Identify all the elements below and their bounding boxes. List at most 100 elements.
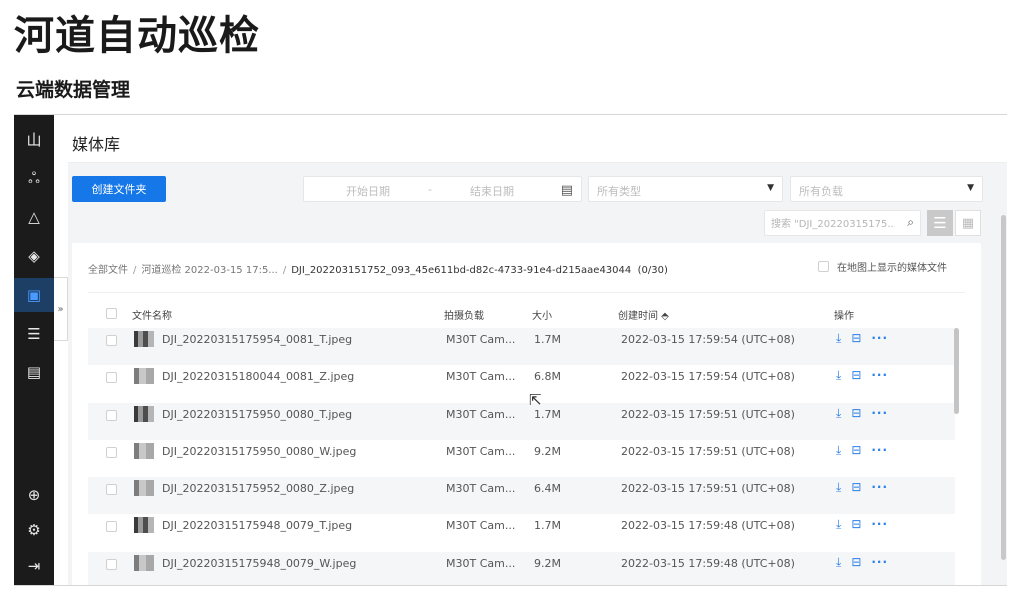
file-name[interactable]: DJI_20220315175952_0080_Z.jpeg	[162, 482, 354, 495]
file-name[interactable]: DJI_20220315175950_0080_W.jpeg	[162, 445, 356, 458]
row-checkbox[interactable]	[106, 335, 117, 346]
column-header-created[interactable]: 创建时间 ⬘	[618, 307, 669, 322]
column-header-actions: 操作	[834, 311, 854, 322]
sidebar-item-logout[interactable]: ⇥	[14, 549, 54, 583]
file-size: 6.8M	[534, 370, 561, 384]
file-thumbnail	[134, 517, 154, 534]
row-checkbox[interactable]	[106, 521, 117, 533]
table-row[interactable]: DJI_20220315175948_0079_W.jpeg M30T Cam..…	[88, 551, 955, 585]
column-header-name: 文件名称	[132, 311, 172, 322]
save-icon[interactable]: ⊟	[851, 555, 861, 570]
more-icon[interactable]: ···	[871, 331, 888, 346]
sidebar-item-dashboard[interactable]: 山	[14, 122, 54, 156]
layers-icon: ◈	[28, 247, 40, 265]
calendar-icon[interactable]: ▤	[561, 183, 573, 198]
file-name[interactable]: DJI_20220315175948_0079_T.jpeg	[162, 519, 352, 532]
sidebar-item-map-mountain[interactable]: △	[14, 200, 54, 234]
row-checkbox[interactable]	[106, 409, 117, 421]
download-icon[interactable]: ⤓	[836, 555, 841, 570]
table-row[interactable]: DJI_20220315175950_0080_T.jpeg M30T Cam..…	[88, 402, 955, 440]
start-date-input[interactable]: 开始日期	[346, 183, 390, 199]
breadcrumb-current: DJI_202203151752_093_45e611bd-d82c-4733-…	[291, 265, 632, 276]
file-thumbnail	[134, 405, 154, 422]
more-icon[interactable]: ···	[871, 368, 888, 383]
date-range-separator: -	[428, 183, 432, 196]
show-on-map-option[interactable]: 在地图上显示的媒体文件	[818, 259, 947, 274]
sidebar-item-globe[interactable]: ⊕	[14, 478, 54, 512]
row-actions: ⤓ ⊟ ···	[836, 517, 888, 532]
media-library-content: 创建文件夹 开始日期 - 结束日期 ▤ 所有类型 ▼ 所有负载 ▼ ⌕ ☰ ▦	[68, 163, 1007, 585]
row-checkbox[interactable]	[106, 484, 117, 496]
save-icon[interactable]: ⊟	[851, 443, 861, 458]
more-icon[interactable]: ···	[871, 443, 888, 458]
file-name[interactable]: DJI_20220315175950_0080_T.jpeg	[162, 408, 352, 421]
row-checkbox[interactable]	[106, 558, 117, 570]
more-icon[interactable]: ···	[871, 555, 888, 570]
download-icon[interactable]: ⤓	[836, 406, 841, 421]
end-date-input[interactable]: 结束日期	[470, 183, 514, 199]
file-created: 2022-03-15 17:59:51 (UTC+08)	[621, 407, 795, 421]
save-icon[interactable]: ⊟	[851, 368, 861, 383]
download-icon[interactable]: ⤓	[836, 368, 841, 383]
file-name[interactable]: DJI_20220315175948_0079_W.jpeg	[162, 557, 356, 570]
file-created: 2022-03-15 17:59:51 (UTC+08)	[621, 482, 795, 496]
search-input[interactable]	[771, 216, 895, 232]
file-payload: M30T Cam...	[446, 556, 516, 570]
file-created: 2022-03-15 17:59:48 (UTC+08)	[621, 556, 795, 570]
device-settings-icon: ⚙	[27, 521, 41, 539]
save-icon[interactable]: ⊟	[851, 517, 861, 532]
grid-view-icon: ▦	[961, 215, 975, 231]
download-icon[interactable]: ⤓	[836, 331, 841, 346]
list-view-icon: ☰	[933, 214, 947, 232]
show-on-map-checkbox[interactable]	[818, 261, 829, 272]
search-box[interactable]: ⌕	[764, 210, 921, 236]
sidebar-item-team[interactable]: ஃ	[14, 162, 54, 196]
sidebar-expand-toggle[interactable]: »	[54, 277, 68, 341]
select-all-checkbox[interactable]	[106, 308, 117, 319]
sidebar-item-device-settings[interactable]: ⚙	[14, 513, 54, 547]
save-icon[interactable]: ⊟	[851, 480, 861, 495]
file-name[interactable]: DJI_20220315180044_0081_Z.jpeg	[162, 370, 354, 383]
breadcrumb-root[interactable]: 全部文件	[88, 265, 128, 276]
row-actions: ⤓ ⊟ ···	[836, 555, 888, 570]
file-name[interactable]: DJI_20220315175954_0081_T.jpeg	[162, 333, 352, 346]
page-scrollbar[interactable]	[1001, 215, 1006, 560]
chevron-down-icon: ▼	[767, 183, 774, 193]
search-icon[interactable]: ⌕	[907, 215, 914, 230]
row-checkbox[interactable]	[106, 446, 117, 458]
type-select[interactable]: 所有类型 ▼	[588, 176, 783, 202]
sidebar-item-task-list[interactable]: ☰	[14, 317, 54, 351]
sidebar-item-layers[interactable]: ◈	[14, 239, 54, 273]
table-row[interactable]: DJI_20220315175948_0079_T.jpeg M30T Cam..…	[88, 514, 955, 551]
grid-view-button[interactable]: ▦	[955, 210, 981, 236]
download-icon[interactable]: ⤓	[836, 480, 841, 495]
table-row[interactable]: DJI_20220315180044_0081_Z.jpeg M30T Cam..…	[88, 365, 955, 402]
save-icon[interactable]: ⊟	[851, 406, 861, 421]
row-checkbox[interactable]	[106, 372, 117, 384]
download-icon[interactable]: ⤓	[836, 517, 841, 532]
sidebar-item-media-library[interactable]: ▣	[14, 278, 54, 312]
create-folder-button[interactable]: 创建文件夹	[72, 176, 166, 202]
save-icon[interactable]: ⊟	[851, 331, 861, 346]
table-scrollbar[interactable]	[954, 328, 959, 414]
payload-select[interactable]: 所有负载 ▼	[790, 176, 983, 202]
download-icon[interactable]: ⤓	[836, 443, 841, 458]
page-title: 河道自动巡检	[14, 13, 260, 59]
chevron-down-icon: ▼	[967, 183, 974, 193]
header-title: 媒体库	[72, 135, 121, 154]
sidebar-item-calendar[interactable]: ▤	[14, 355, 54, 389]
breadcrumb-folder[interactable]: 河道巡检 2022-03-15 17:5...	[141, 265, 277, 276]
more-icon[interactable]: ···	[871, 517, 888, 532]
list-view-button[interactable]: ☰	[927, 210, 953, 236]
date-range-picker[interactable]: 开始日期 - 结束日期 ▤	[303, 176, 582, 202]
calendar-icon: ▤	[26, 363, 42, 381]
table-row[interactable]: DJI_20220315175950_0080_W.jpeg M30T Cam..…	[88, 440, 955, 477]
table-row[interactable]: DJI_20220315175954_0081_T.jpeg M30T Cam..…	[88, 328, 955, 366]
more-icon[interactable]: ···	[871, 480, 888, 495]
more-icon[interactable]: ···	[871, 406, 888, 421]
file-thumbnail	[134, 480, 154, 497]
table-row[interactable]: DJI_20220315175952_0080_Z.jpeg M30T Cam..…	[88, 477, 955, 515]
file-size: 1.7M	[534, 333, 561, 346]
main-area: 媒体库 创建文件夹 开始日期 - 结束日期 ▤ 所有类型 ▼ 所有负载 ▼ ⌕	[68, 115, 1007, 585]
file-thumbnail	[134, 331, 154, 347]
